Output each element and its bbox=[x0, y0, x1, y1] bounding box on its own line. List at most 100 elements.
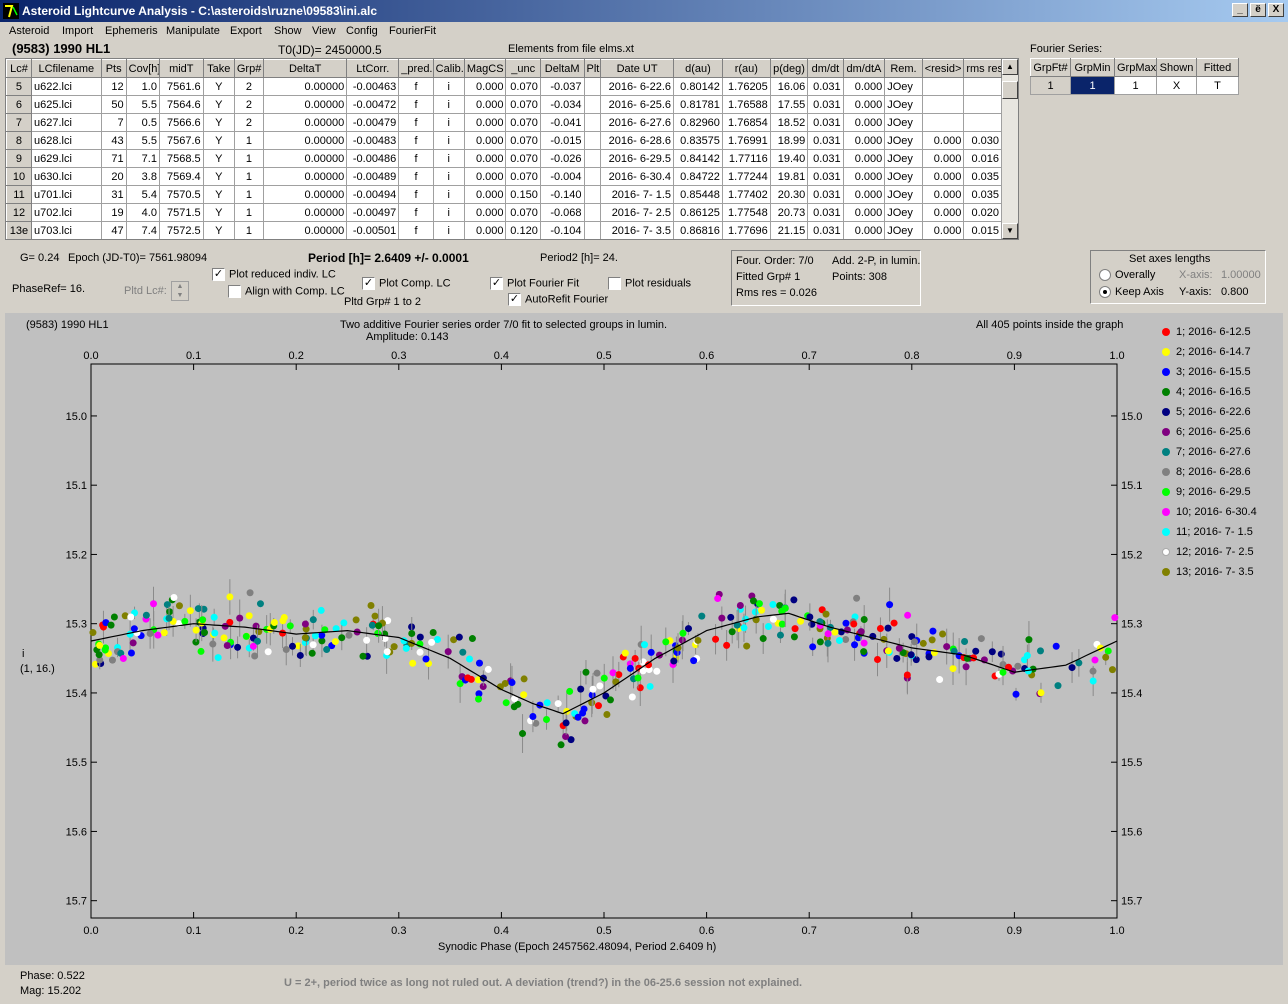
y-tick-label-left: 15.7 bbox=[66, 896, 87, 908]
data-point bbox=[408, 629, 416, 637]
lightcurve-chart[interactable]: 0.0 0.0 0.1 0.1 0.2 0.2 0.3 0.3 0.4 0.4 0.5 0.5 0.6 0… bbox=[0, 0, 1288, 1004]
y-tick-label-left: 15.4 bbox=[66, 688, 87, 700]
data-point bbox=[728, 628, 736, 636]
data-point bbox=[822, 610, 830, 618]
data-point bbox=[566, 687, 574, 695]
data-point bbox=[142, 611, 150, 619]
data-point bbox=[860, 639, 868, 647]
legend-dot-icon bbox=[1162, 488, 1170, 497]
data-point bbox=[1111, 614, 1119, 622]
data-point bbox=[615, 671, 623, 679]
data-point bbox=[1052, 642, 1060, 650]
data-point bbox=[466, 655, 474, 663]
data-point bbox=[1014, 662, 1022, 670]
legend-label: 7; 2016- 6-27.6 bbox=[1176, 446, 1251, 458]
data-point bbox=[501, 679, 509, 687]
data-point bbox=[612, 678, 620, 686]
data-point bbox=[280, 614, 288, 622]
x-tick-label-top: 0.9 bbox=[1007, 350, 1022, 362]
x-tick-label-top: 0.3 bbox=[391, 350, 406, 362]
data-point bbox=[949, 665, 957, 673]
data-point bbox=[383, 648, 391, 656]
y-tick-label-left: 15.0 bbox=[66, 411, 87, 423]
data-point bbox=[769, 600, 777, 608]
data-point bbox=[904, 611, 912, 619]
data-point bbox=[1012, 690, 1020, 698]
data-point bbox=[873, 656, 881, 664]
data-point bbox=[301, 634, 309, 642]
data-point bbox=[593, 669, 601, 677]
data-point bbox=[519, 730, 527, 738]
data-point bbox=[999, 668, 1007, 676]
data-point bbox=[289, 642, 297, 650]
data-point bbox=[824, 639, 832, 647]
data-point bbox=[150, 600, 158, 608]
cursor-phase: Phase: 0.522 bbox=[20, 970, 85, 982]
data-point bbox=[309, 616, 317, 624]
data-point bbox=[475, 659, 483, 667]
data-point bbox=[628, 693, 636, 701]
data-point bbox=[698, 612, 706, 620]
legend-entry: 6; 2016- 6-25.6 bbox=[1162, 426, 1251, 438]
y-axis-subtitle: (1, 16.) bbox=[20, 663, 55, 675]
legend-entry: 3; 2016- 6-15.5 bbox=[1162, 366, 1251, 378]
data-point bbox=[175, 602, 183, 610]
x-tick-label-bottom: 0.6 bbox=[699, 925, 714, 937]
x-tick-label-bottom: 0.9 bbox=[1007, 925, 1022, 937]
data-point bbox=[690, 657, 698, 665]
x-tick-label-top: 1.0 bbox=[1109, 350, 1124, 362]
data-point bbox=[264, 648, 272, 656]
data-point bbox=[884, 624, 892, 632]
data-point bbox=[853, 594, 861, 602]
legend-label: 6; 2016- 6-25.6 bbox=[1176, 426, 1251, 438]
y-tick-label-right: 15.0 bbox=[1121, 411, 1142, 423]
y-tick-label-left: 15.6 bbox=[66, 826, 87, 838]
data-point bbox=[197, 647, 205, 655]
data-point bbox=[130, 625, 138, 633]
data-point bbox=[236, 614, 244, 622]
legend-entry: 9; 2016- 6-29.5 bbox=[1162, 486, 1251, 498]
legend-dot-icon bbox=[1162, 448, 1170, 457]
data-point bbox=[245, 612, 253, 620]
data-point bbox=[577, 685, 585, 693]
data-point bbox=[210, 613, 218, 621]
data-point bbox=[317, 606, 325, 614]
legend-dot-icon bbox=[1162, 368, 1170, 377]
x-tick-label-bottom: 0.1 bbox=[186, 925, 201, 937]
legend-entry: 5; 2016- 6-22.6 bbox=[1162, 406, 1251, 418]
legend-entry: 10; 2016- 6-30.4 bbox=[1162, 506, 1257, 518]
data-point bbox=[502, 699, 510, 707]
data-point bbox=[223, 641, 231, 649]
data-point bbox=[797, 617, 805, 625]
data-point bbox=[842, 635, 850, 643]
data-point bbox=[694, 636, 702, 644]
legend-entry: 12; 2016- 7- 2.5 bbox=[1162, 546, 1254, 558]
y-tick-label-right: 15.2 bbox=[1121, 549, 1142, 561]
legend-label: 3; 2016- 6-15.5 bbox=[1176, 366, 1251, 378]
cursor-mag: Mag: 15.202 bbox=[20, 985, 82, 997]
data-point bbox=[962, 663, 970, 671]
data-point bbox=[89, 629, 97, 637]
data-point bbox=[345, 631, 353, 639]
data-point bbox=[824, 630, 832, 638]
x-tick-label-bottom: 0.7 bbox=[802, 925, 817, 937]
data-point bbox=[557, 741, 565, 749]
data-point bbox=[758, 606, 766, 614]
data-point bbox=[679, 629, 687, 637]
data-point bbox=[434, 636, 442, 644]
data-point bbox=[1089, 667, 1097, 675]
data-point bbox=[1054, 682, 1062, 690]
data-point bbox=[199, 616, 207, 624]
plot-amplitude: Amplitude: 0.143 bbox=[366, 331, 449, 343]
data-point bbox=[163, 601, 171, 609]
data-point bbox=[626, 664, 634, 672]
data-point bbox=[160, 629, 168, 637]
data-point bbox=[562, 719, 570, 727]
y-axis-title: i bbox=[22, 648, 25, 660]
y-tick-label-right: 15.4 bbox=[1121, 688, 1142, 700]
data-point bbox=[359, 652, 367, 660]
legend-label: 8; 2016- 6-28.6 bbox=[1176, 466, 1251, 478]
data-point bbox=[634, 674, 642, 682]
data-point bbox=[154, 631, 162, 639]
data-point bbox=[368, 621, 376, 629]
